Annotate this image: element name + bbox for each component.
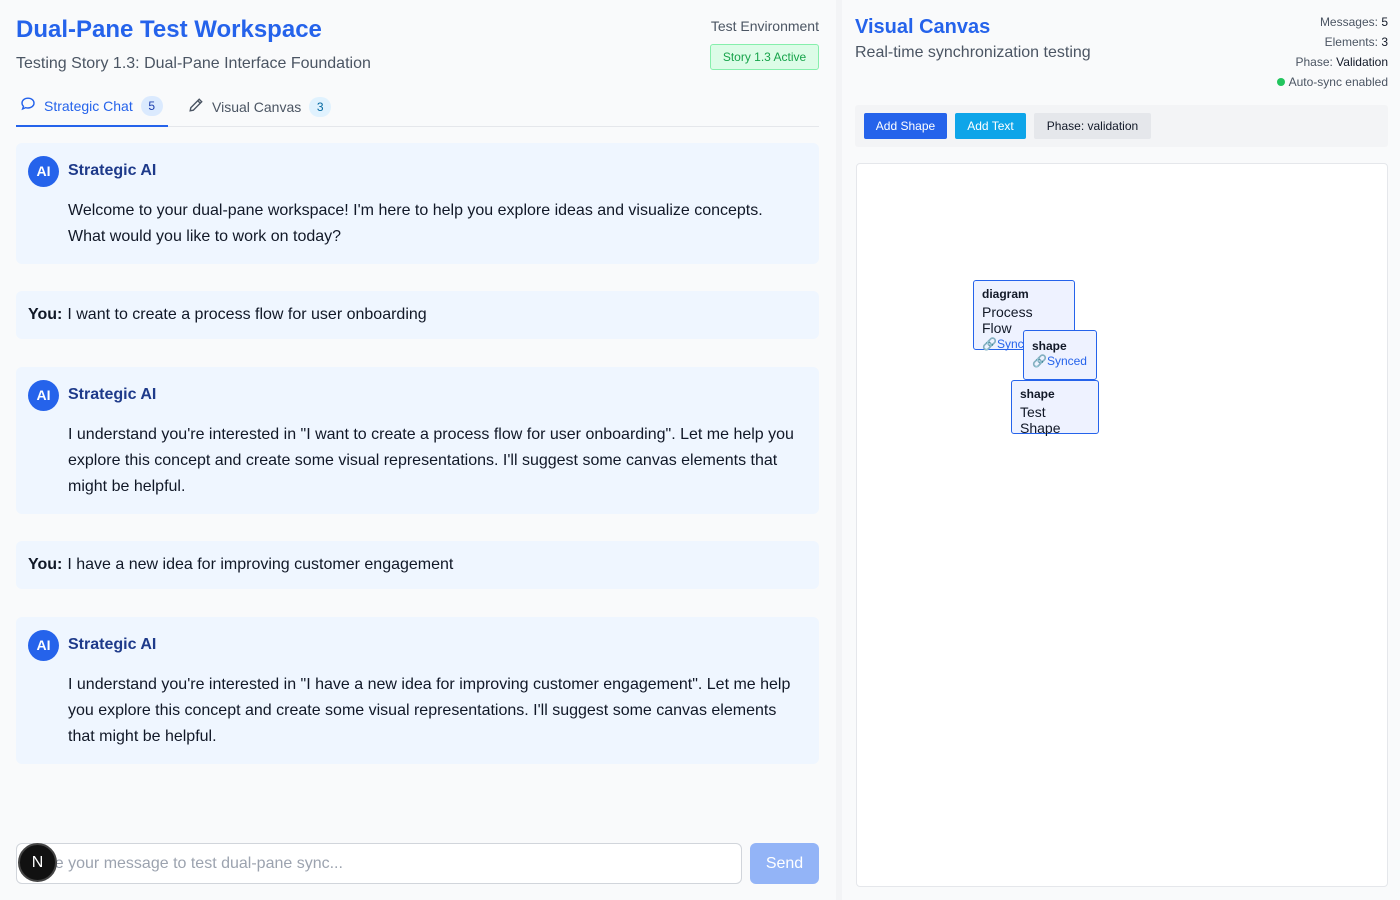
- message-text: I want to create a process flow for user…: [67, 306, 427, 323]
- ai-message: AI Strategic AI Welcome to your dual-pan…: [16, 143, 819, 264]
- sender-name: You:: [28, 556, 63, 573]
- ai-avatar: AI: [28, 629, 59, 661]
- autosync-status: Auto-sync enabled: [1276, 72, 1388, 92]
- message-input[interactable]: [16, 843, 742, 884]
- canvas-title: Visual Canvas: [855, 16, 991, 38]
- message-text: I understand you're interested in "I hav…: [68, 676, 791, 745]
- drawing-canvas[interactable]: diagram Process Flow 🔗Synced shape 🔗Sync…: [856, 163, 1388, 887]
- workspace-title: Dual-Pane Test Workspace: [16, 16, 322, 43]
- ai-avatar: AI: [28, 155, 59, 187]
- element-type: shape: [1020, 387, 1055, 401]
- element-count-badge: 3: [309, 96, 332, 117]
- message-text: I understand you're interested in "I wan…: [68, 426, 794, 495]
- message-composer: Send: [16, 843, 819, 884]
- canvas-element[interactable]: shape Test Shape: [1011, 380, 1099, 436]
- send-button[interactable]: Send: [750, 843, 819, 884]
- sender-name: You:: [28, 306, 63, 323]
- chat-bubble-icon: [20, 96, 36, 115]
- add-shape-button[interactable]: Add Shape: [864, 113, 947, 139]
- element-type: diagram: [982, 287, 1029, 301]
- elements-stat: Elements: 3: [1324, 35, 1388, 49]
- element-type: shape: [1032, 339, 1067, 353]
- ai-message: AI Strategic AI I understand you're inte…: [16, 367, 819, 514]
- phase-indicator: Phase: validation: [1034, 113, 1151, 139]
- ai-avatar: AI: [28, 379, 59, 411]
- canvas-toolbar: Add Shape Add Text Phase: validation: [855, 105, 1388, 147]
- pencil-icon: [188, 97, 204, 116]
- sender-name: Strategic AI: [68, 636, 157, 653]
- tab-label: Visual Canvas: [212, 98, 302, 115]
- environment-label: Test Environment: [710, 18, 819, 34]
- message-text: I have a new idea for improving customer…: [67, 556, 454, 573]
- user-message: You: I have a new idea for improving cus…: [16, 541, 819, 589]
- canvas-stats: Messages: 5 Elements: 3 Phase: Validatio…: [1276, 12, 1388, 92]
- pane-tabs: Strategic Chat 5 Visual Canvas 3: [16, 86, 819, 127]
- floating-action-button[interactable]: N: [18, 843, 57, 882]
- message-count-badge: 5: [140, 95, 163, 116]
- canvas-pane: Visual Canvas Real-time synchronization …: [842, 0, 1400, 900]
- tab-label: Strategic Chat: [44, 97, 133, 114]
- sender-name: Strategic AI: [68, 162, 157, 179]
- tab-strategic-chat[interactable]: Strategic Chat 5: [16, 86, 168, 127]
- messages-stat: Messages: 5: [1319, 15, 1388, 29]
- add-text-button[interactable]: Add Text: [955, 113, 1026, 139]
- status-dot-icon: [1276, 77, 1285, 86]
- sender-name: Strategic AI: [68, 386, 157, 403]
- user-message: You: I want to create a process flow for…: [16, 291, 819, 339]
- workspace-subtitle: Testing Story 1.3: Dual-Pane Interface F…: [16, 55, 371, 72]
- chat-pane: Dual-Pane Test Workspace Testing Story 1…: [0, 0, 836, 900]
- message-text: Welcome to your dual-pane workspace! I'm…: [68, 202, 763, 245]
- sync-indicator: 🔗Synced: [1032, 354, 1087, 368]
- story-status-badge: Story 1.3 Active: [710, 44, 819, 70]
- tab-visual-canvas[interactable]: Visual Canvas 3: [186, 86, 346, 127]
- canvas-element[interactable]: shape 🔗Synced: [1023, 330, 1097, 380]
- element-label: Test Shape: [1020, 404, 1061, 436]
- ai-message: AI Strategic AI I understand you're inte…: [16, 617, 819, 764]
- phase-stat: Phase: Validation: [1295, 55, 1388, 69]
- canvas-subtitle: Real-time synchronization testing: [855, 44, 1091, 61]
